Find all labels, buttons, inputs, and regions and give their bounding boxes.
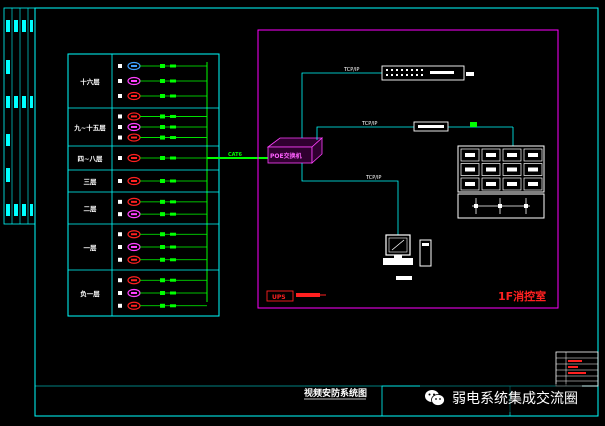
monitor-screen	[465, 182, 475, 186]
poe-switch-label: POE交换机	[270, 152, 302, 160]
monitor-screen	[507, 167, 517, 172]
camera-icon	[118, 122, 141, 132]
monitor-screen	[528, 167, 538, 172]
cable-connector	[170, 232, 176, 236]
cable-connector	[170, 94, 176, 98]
cable-connector	[170, 200, 176, 204]
monitor-screen	[507, 153, 517, 157]
camera-icon	[118, 176, 141, 186]
cable-connector	[160, 156, 165, 160]
cable-connector	[170, 64, 176, 68]
floor-label: 四~八层	[78, 154, 103, 163]
floor-label: 负一层	[80, 289, 100, 298]
net-label-middle: TCP/IP	[361, 121, 377, 127]
net-label-top: TCP/IP	[343, 67, 359, 73]
monitoring-workstation	[383, 234, 432, 280]
monitor-screen	[486, 167, 496, 172]
monitor-screen	[486, 153, 496, 157]
monitor-screen	[465, 153, 475, 157]
camera-icon	[118, 288, 141, 298]
cable-connector	[170, 136, 176, 140]
camera-icon	[118, 133, 141, 142]
drawing-title: 视频安防系统图	[304, 387, 367, 399]
cable-connector	[160, 79, 165, 83]
cable-connector	[160, 199, 165, 204]
cable-connector	[160, 94, 165, 98]
cable-connector	[170, 79, 176, 83]
poe-switch: POE交换机	[266, 137, 324, 164]
cable-connector	[170, 114, 176, 118]
floor-label: 三层	[84, 177, 98, 186]
camera-icon	[118, 112, 141, 121]
cable-connector	[170, 304, 176, 308]
cable-connector	[170, 245, 176, 249]
camera-icon	[118, 230, 141, 239]
camera-icon	[118, 61, 141, 71]
monitor-screen	[507, 182, 517, 186]
wall-stand-node	[498, 204, 502, 208]
wall-stand-node	[524, 204, 528, 208]
cable-connector	[160, 64, 165, 68]
camera-icon	[118, 91, 141, 101]
trunk-cable-label: CAT6	[228, 152, 243, 158]
camera-icon	[118, 76, 141, 86]
cable-connector	[170, 278, 176, 282]
cable-connector	[160, 125, 165, 129]
cable-connector	[170, 156, 176, 160]
floor-label: 九~十五层	[73, 123, 106, 132]
watermark-text: 弱电系统集成交流圈	[452, 391, 578, 407]
cable-connector	[160, 179, 165, 183]
net-label-lower: TCP/IP	[365, 175, 381, 181]
cable-connector	[160, 245, 165, 249]
floor-label: 二层	[84, 204, 98, 213]
cable-connector	[170, 125, 176, 129]
monitor-screen	[465, 167, 475, 172]
floor-camera-table: 十六层九~十五层四~八层三层二层一层负一层	[67, 53, 220, 317]
camera-icon	[118, 197, 141, 206]
cad-drawing: 十六层九~十五层四~八层三层二层一层负一层 CAT6 POE交换机 TCP/IP…	[3, 7, 599, 417]
network-video-recorder	[381, 65, 474, 81]
wechat-logo-icon	[424, 389, 446, 407]
cable-connector	[160, 212, 165, 217]
monitor-screen	[528, 153, 538, 157]
revision-strip	[3, 7, 36, 225]
camera-icon	[118, 255, 141, 264]
control-room-label: 1F消控室	[498, 289, 546, 303]
cable-connector	[160, 303, 165, 308]
camera-icon	[118, 242, 141, 252]
sheet-border	[34, 7, 599, 417]
video-decoder	[413, 121, 477, 132]
cable-connector	[160, 232, 165, 237]
camera-icon	[118, 301, 141, 310]
video-wall	[457, 145, 545, 219]
cable-connector	[160, 114, 165, 119]
monitor-screen	[528, 182, 538, 186]
cable-connector	[160, 257, 165, 262]
camera-icon	[118, 153, 141, 163]
floor-label: 一层	[84, 243, 98, 252]
wall-stand-node	[474, 204, 478, 208]
cable-connector	[170, 291, 176, 295]
cable-connector	[170, 212, 176, 216]
ups-unit: UPS	[266, 290, 326, 302]
cable-connector	[170, 179, 176, 183]
cable-connector	[160, 135, 165, 140]
cable-connector	[170, 258, 176, 262]
monitor-screen	[486, 182, 496, 186]
watermark: 弱电系统集成交流圈	[420, 384, 582, 412]
ups-label: UPS	[272, 294, 286, 301]
floor-label: 十六层	[80, 77, 100, 86]
network-links	[301, 72, 514, 235]
cable-connector	[160, 278, 165, 283]
cable-connector	[160, 291, 165, 295]
camera-icon	[118, 210, 141, 219]
camera-icon	[118, 276, 141, 285]
